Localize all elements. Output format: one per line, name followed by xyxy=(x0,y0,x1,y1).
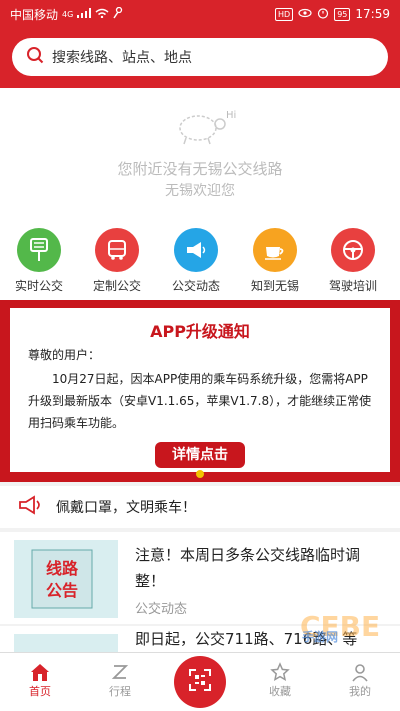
thumb-text-top: 线路 xyxy=(46,559,79,578)
shortcut-know-wuxi[interactable]: 知到无锡 xyxy=(240,228,310,294)
news-title: 注意！本周日多条公交线路临时调整！ xyxy=(135,546,361,590)
shortcut-label: 知到无锡 xyxy=(250,279,299,293)
user-icon xyxy=(320,661,400,683)
empty-message: 您附近没有无锡公交线路 xyxy=(117,160,283,178)
search-bar[interactable]: 搜索线路、站点、地点 xyxy=(12,38,388,76)
shortcut-driving-training[interactable]: 驾驶培训 xyxy=(318,228,388,294)
tab-label: 收藏 xyxy=(269,685,291,698)
news-thumbnail xyxy=(14,634,118,652)
notice-greeting: 尊敬的用户： xyxy=(28,348,101,362)
thumb-text-bottom: 公告 xyxy=(46,581,78,600)
hi-text: Hi xyxy=(226,110,237,121)
welcome-message: 无锡欢迎您 xyxy=(165,183,235,199)
shortcut-label: 驾驶培训 xyxy=(328,279,377,293)
search-icon xyxy=(26,46,44,68)
home-icon xyxy=(0,661,80,683)
qr-scan-icon xyxy=(188,668,212,696)
clock-time: 17:59 xyxy=(355,7,390,21)
tab-home[interactable]: 首页 xyxy=(0,661,80,699)
upgrade-notice-banner[interactable]: APP升级通知 尊敬的用户： 10月27日起，因本APP使用的乘车码系统升级，您… xyxy=(0,300,400,482)
notice-body: 10月27日起，因本APP使用的乘车码系统升级，您需将APP升级到最新版本（安卓… xyxy=(28,372,372,430)
alarm-icon xyxy=(317,7,329,22)
nearby-empty-state: Hi 您附近没有无锡公交线路 无锡欢迎您 xyxy=(0,88,400,216)
shortcut-grid: 实时公交 定制公交 公交动态 知到无锡 驾驶培训 xyxy=(0,216,400,300)
megaphone-icon xyxy=(18,495,44,519)
notice-details-button[interactable]: 详情点击 xyxy=(155,442,245,468)
tab-trip[interactable]: 行程 xyxy=(80,661,160,699)
notice-card: APP升级通知 尊敬的用户： 10月27日起，因本APP使用的乘车码系统升级，您… xyxy=(10,308,390,472)
shortcut-custom-bus[interactable]: 定制公交 xyxy=(82,228,152,294)
announcement-bar[interactable]: 佩戴口罩，文明乘车！ xyxy=(0,486,400,528)
shortcut-label: 实时公交 xyxy=(14,279,63,293)
tab-favorites[interactable]: 收藏 xyxy=(240,661,320,699)
network-label: 4G xyxy=(62,9,74,19)
shortcut-label: 定制公交 xyxy=(92,279,141,293)
eye-icon xyxy=(298,7,312,21)
star-icon xyxy=(240,661,320,683)
signal-icon xyxy=(77,7,92,21)
bus-icon xyxy=(95,228,139,272)
bus-stop-sign-icon xyxy=(17,228,61,272)
news-category: 公交动态 xyxy=(135,602,188,617)
tab-label: 行程 xyxy=(109,685,131,698)
announcement-text: 佩戴口罩，文明乘车！ xyxy=(56,500,196,516)
coffee-cup-icon xyxy=(253,228,297,272)
megaphone-icon xyxy=(174,228,218,272)
carrier-label: 中国移动 xyxy=(10,7,59,22)
shortcut-bus-news[interactable]: 公交动态 xyxy=(161,228,231,294)
tab-label: 我的 xyxy=(349,685,371,698)
wifi-icon xyxy=(95,7,109,21)
notice-title: APP升级通知 xyxy=(150,322,250,341)
battery-indicator: 95 xyxy=(334,7,351,21)
tab-label: 首页 xyxy=(29,685,51,698)
steering-wheel-icon xyxy=(331,228,375,272)
turtle-illustration-icon xyxy=(172,106,232,150)
carousel-indicator xyxy=(196,470,204,478)
header: 搜索线路、站点、地点 xyxy=(0,28,400,88)
scan-qr-button[interactable] xyxy=(174,656,226,708)
hd-badge: HD xyxy=(275,7,294,21)
key-icon xyxy=(113,6,123,22)
tab-mine[interactable]: 我的 xyxy=(320,661,400,699)
status-bar: 中国移动 4G HD 95 17:59 xyxy=(0,0,400,28)
shortcut-label: 公交动态 xyxy=(171,279,220,293)
news-thumbnail: 线路 公告 xyxy=(14,540,118,618)
route-icon xyxy=(80,661,160,683)
shortcut-realtime-bus[interactable]: 实时公交 xyxy=(4,228,74,294)
search-placeholder: 搜索线路、站点、地点 xyxy=(52,50,192,66)
watermark-sub: 手游网 xyxy=(302,630,339,644)
